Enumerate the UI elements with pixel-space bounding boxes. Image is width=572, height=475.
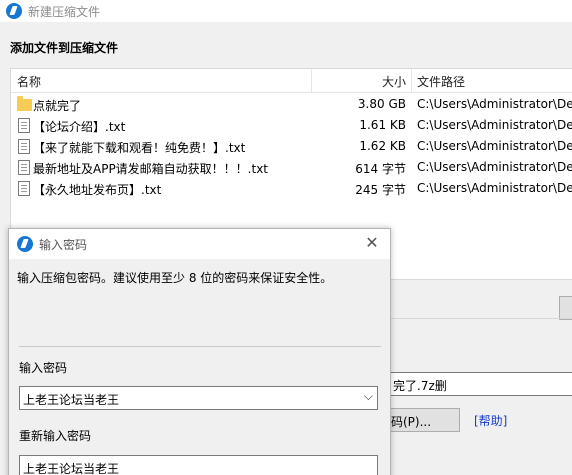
divider [390, 318, 572, 319]
password-field[interactable]: 上老王论坛当老王 ⌵ [19, 386, 378, 410]
file-row[interactable]: 【永久地址发布页】.txt 245 字节 C:\Users\Administra… [11, 178, 572, 199]
column-header-name[interactable]: 名称 [17, 73, 41, 90]
help-link[interactable]: [帮助] [474, 412, 507, 429]
password-dialog: 输入密码 ✕ 输入压缩包密码。建议使用至少 8 位的密码来保证安全性。 输入密码… [8, 228, 391, 475]
file-path: C:\Users\Administrator\De [417, 97, 572, 111]
column-divider[interactable] [411, 69, 412, 93]
close-icon[interactable]: ✕ [362, 233, 382, 253]
password-value: 上老王论坛当老王 [23, 393, 120, 407]
dialog-title: 输入密码 [39, 238, 88, 252]
file-name: 【来了就能下载和观看！纯免费！】.txt [33, 141, 246, 155]
list-header: 名称 大小 文件路径 [11, 69, 572, 93]
file-size: 245 字节 [355, 183, 406, 197]
enter-password-label: 输入密码 [19, 361, 68, 375]
file-path: C:\Users\Administrator\De [417, 118, 572, 132]
column-header-size[interactable]: 大小 [311, 73, 406, 90]
file-name: 点就完了 [33, 99, 82, 113]
file-name: 最新地址及APP请发邮箱自动获取！！！.txt [33, 162, 269, 176]
document-icon [18, 181, 30, 196]
file-row[interactable]: 【来了就能下载和观看！纯免费！】.txt 1.62 KB C:\Users\Ad… [11, 136, 572, 157]
file-path: C:\Users\Administrator\De [417, 160, 572, 174]
title-bar: 新建压缩文件 [0, 0, 572, 22]
app-logo-icon [6, 3, 22, 19]
section-title: 添加文件到压缩文件 [10, 41, 119, 55]
file-size: 614 字节 [355, 162, 406, 176]
dialog-title-bar[interactable]: 输入密码 ✕ [9, 229, 390, 259]
document-icon [18, 160, 30, 175]
file-path: C:\Users\Administrator\De [417, 139, 572, 153]
divider [19, 346, 381, 347]
chevron-down-icon[interactable]: ⌵ [364, 389, 373, 404]
file-row[interactable]: 点就完了 3.80 GB C:\Users\Administrator\De [11, 94, 572, 115]
folder-icon [17, 96, 32, 111]
reenter-password-field[interactable]: 上老王论坛当老王 [19, 455, 378, 475]
document-icon [18, 118, 30, 133]
column-header-path[interactable]: 文件路径 [417, 73, 465, 90]
file-row[interactable]: 【论坛介绍】.txt 1.61 KB C:\Users\Administrato… [11, 115, 572, 136]
password-hint: 输入压缩包密码。建议使用至少 8 位的密码来保证安全性。 [17, 271, 333, 285]
file-size: 3.80 GB [357, 97, 406, 111]
app-logo-icon [17, 236, 33, 252]
document-icon [18, 139, 30, 154]
file-path: C:\Users\Administrator\De [417, 181, 572, 195]
options-button[interactable] [559, 296, 572, 320]
archive-name-field[interactable]: 完了.7z删 [390, 372, 572, 396]
file-row[interactable]: 最新地址及APP请发邮箱自动获取！！！.txt 614 字节 C:\Users\… [11, 157, 572, 178]
file-name: 【论坛介绍】.txt [33, 120, 126, 134]
file-size: 1.61 KB [359, 118, 406, 132]
file-size: 1.62 KB [359, 139, 406, 153]
window-title: 新建压缩文件 [28, 5, 101, 19]
reenter-password-label: 重新输入密码 [19, 429, 92, 443]
file-name: 【永久地址发布页】.txt [33, 183, 162, 197]
